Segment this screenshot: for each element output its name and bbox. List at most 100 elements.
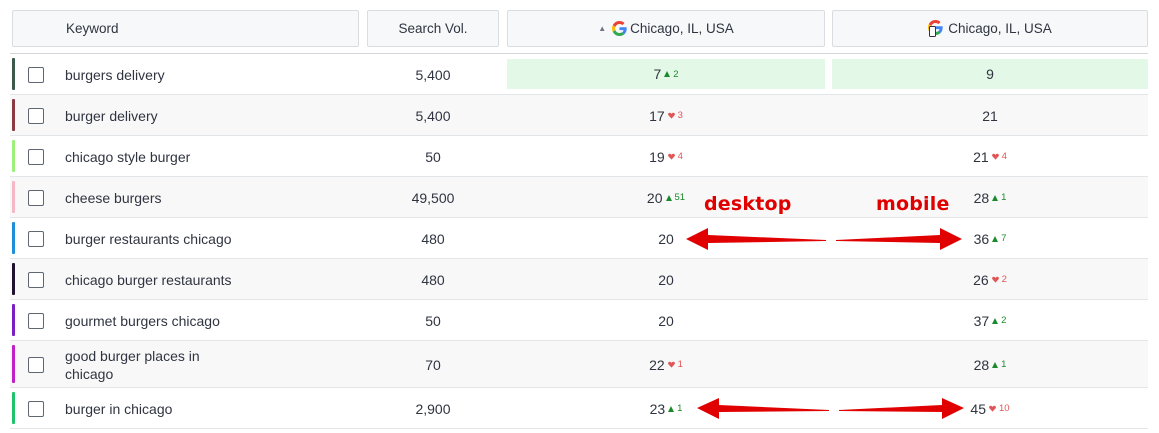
- rank-down-icon: [667, 153, 675, 160]
- keyword-cell[interactable]: burger restaurants chicago: [65, 230, 250, 248]
- desktop-rank-change-value: 1: [677, 403, 683, 414]
- mobile-column-header[interactable]: Chicago, IL, USA: [832, 10, 1148, 47]
- table-row[interactable]: burger in chicago 2,900 23 1 45 10: [10, 388, 1148, 429]
- search-vol-column-header[interactable]: Search Vol.: [367, 10, 499, 47]
- rank-up-icon: [665, 194, 672, 201]
- mobile-rank-value: 37: [973, 312, 990, 329]
- mobile-rank-value: 28: [973, 356, 990, 373]
- table-row[interactable]: cheese burgers 49,500 20 51 28 1: [10, 177, 1148, 218]
- desktop-rank-change: 4: [667, 151, 683, 162]
- mobile-google-icon: [928, 20, 945, 37]
- desktop-position-cell: 20: [507, 259, 825, 300]
- mobile-rank-change: 7: [992, 233, 1006, 244]
- rank-down-icon: [667, 361, 675, 368]
- row-color-indicator: [12, 181, 15, 213]
- search-vol-cell: 5,400: [415, 108, 451, 124]
- mobile-rank-change-value: 1: [1001, 359, 1007, 370]
- table-row[interactable]: burger delivery 5,400 17 3 21: [10, 95, 1148, 136]
- mobile-rank-value: 9: [986, 66, 994, 82]
- keyword-cell[interactable]: gourmet burgers chicago: [65, 312, 250, 330]
- table-row[interactable]: gourmet burgers chicago 50 20 37 2: [10, 300, 1148, 341]
- keyword-cell[interactable]: cheese burgers: [65, 189, 250, 207]
- mobile-rank-change: 2: [991, 274, 1007, 285]
- mobile-rank-value: 21: [973, 148, 989, 165]
- desktop-rank-change: 2: [664, 68, 679, 80]
- row-checkbox[interactable]: [28, 149, 44, 165]
- desktop-position-cell: 17 3: [507, 95, 825, 136]
- table-row[interactable]: burger restaurants chicago 480 20 36 7: [10, 218, 1148, 259]
- table-row[interactable]: chicago style burger 50 19 4 21 4: [10, 136, 1148, 177]
- desktop-rank-change-value: 4: [677, 151, 683, 162]
- row-checkbox[interactable]: [28, 67, 44, 83]
- desktop-rank-change-value: 3: [677, 110, 683, 121]
- mobile-rank-value: 36: [973, 230, 990, 247]
- search-vol-cell: 480: [421, 231, 445, 247]
- search-vol-cell: 70: [425, 357, 441, 373]
- desktop-rank-change-value: 51: [674, 192, 686, 203]
- row-checkbox[interactable]: [28, 272, 44, 288]
- desktop-rank-value: 17: [649, 107, 665, 124]
- desktop-rank-change: 3: [667, 110, 683, 121]
- mobile-rank-value: 28: [973, 189, 990, 206]
- desktop-rank-change: 1: [667, 359, 683, 370]
- rank-down-icon: [667, 112, 675, 119]
- mobile-rank-change-value: 2: [1001, 315, 1007, 326]
- keyword-cell[interactable]: burger in chicago: [65, 400, 250, 418]
- mobile-rank-change-value: 10: [999, 403, 1010, 414]
- search-vol-cell: 2,900: [415, 401, 451, 417]
- desktop-position-cell: 19 4: [507, 136, 825, 177]
- search-vol-header-label: Search Vol.: [398, 21, 468, 36]
- mobile-position-cell: 36 7: [832, 218, 1148, 259]
- row-color-indicator: [12, 345, 15, 383]
- search-vol-cell: 5,400: [415, 67, 451, 83]
- row-color-indicator: [12, 263, 15, 295]
- desktop-location-label: Chicago, IL, USA: [630, 21, 734, 36]
- table-row[interactable]: burgers delivery 5,400 7 2 9: [10, 54, 1148, 95]
- keyword-header-label: Keyword: [66, 21, 119, 36]
- row-checkbox[interactable]: [28, 357, 44, 373]
- mobile-rank-change: 1: [992, 192, 1006, 203]
- desktop-position-cell: 23 1: [507, 388, 825, 429]
- row-checkbox[interactable]: [28, 190, 44, 206]
- table-header: Keyword Search Vol. ▲ Chicago, IL, USA C…: [10, 8, 1148, 54]
- desktop-rank-value: 23: [649, 400, 666, 417]
- desktop-column-header[interactable]: ▲ Chicago, IL, USA: [507, 10, 825, 47]
- phone-icon: [929, 26, 937, 37]
- mobile-annotation-label: mobile: [876, 193, 950, 215]
- keyword-cell[interactable]: burgers delivery: [65, 66, 250, 84]
- table-row[interactable]: good burger places in chicago 70 22 1 28 1: [10, 341, 1148, 388]
- row-checkbox[interactable]: [28, 108, 44, 124]
- mobile-rank-change: 10: [989, 403, 1010, 414]
- row-color-indicator: [12, 99, 15, 131]
- mobile-location-label: Chicago, IL, USA: [948, 21, 1052, 36]
- rank-up-icon: [992, 317, 999, 324]
- desktop-position-cell: 20: [507, 300, 825, 341]
- search-vol-cell: 50: [425, 149, 441, 165]
- rank-up-icon: [664, 71, 671, 77]
- keyword-cell[interactable]: good burger places in chicago: [65, 347, 250, 383]
- mobile-position-cell: 21: [832, 95, 1148, 136]
- keyword-column-header[interactable]: Keyword: [12, 10, 359, 47]
- desktop-rank-value: 20: [658, 271, 674, 288]
- mobile-rank-change-value: 7: [1001, 233, 1007, 244]
- keyword-cell[interactable]: chicago style burger: [65, 148, 250, 166]
- mobile-position-cell: 37 2: [832, 300, 1148, 341]
- desktop-rank-change-value: 2: [673, 68, 679, 80]
- keyword-cell[interactable]: burger delivery: [65, 107, 250, 125]
- table-row[interactable]: chicago burger restaurants 480 20 26 2: [10, 259, 1148, 300]
- desktop-rank-value: 19: [649, 148, 665, 165]
- search-vol-cell: 50: [425, 313, 441, 329]
- desktop-position-cell: 72: [507, 59, 825, 89]
- mobile-rank-change: 2: [992, 315, 1006, 326]
- row-checkbox[interactable]: [28, 231, 44, 247]
- row-checkbox[interactable]: [28, 401, 44, 417]
- rank-up-icon: [668, 405, 675, 412]
- desktop-rank-change-value: 1: [677, 359, 683, 370]
- desktop-rank-value: 20: [658, 312, 674, 329]
- mobile-position-cell: 9: [832, 59, 1148, 89]
- mobile-rank-change: 4: [991, 151, 1007, 162]
- keyword-cell[interactable]: chicago burger restaurants: [65, 271, 250, 289]
- row-color-indicator: [12, 392, 15, 424]
- row-checkbox[interactable]: [28, 313, 44, 329]
- row-color-indicator: [12, 140, 15, 172]
